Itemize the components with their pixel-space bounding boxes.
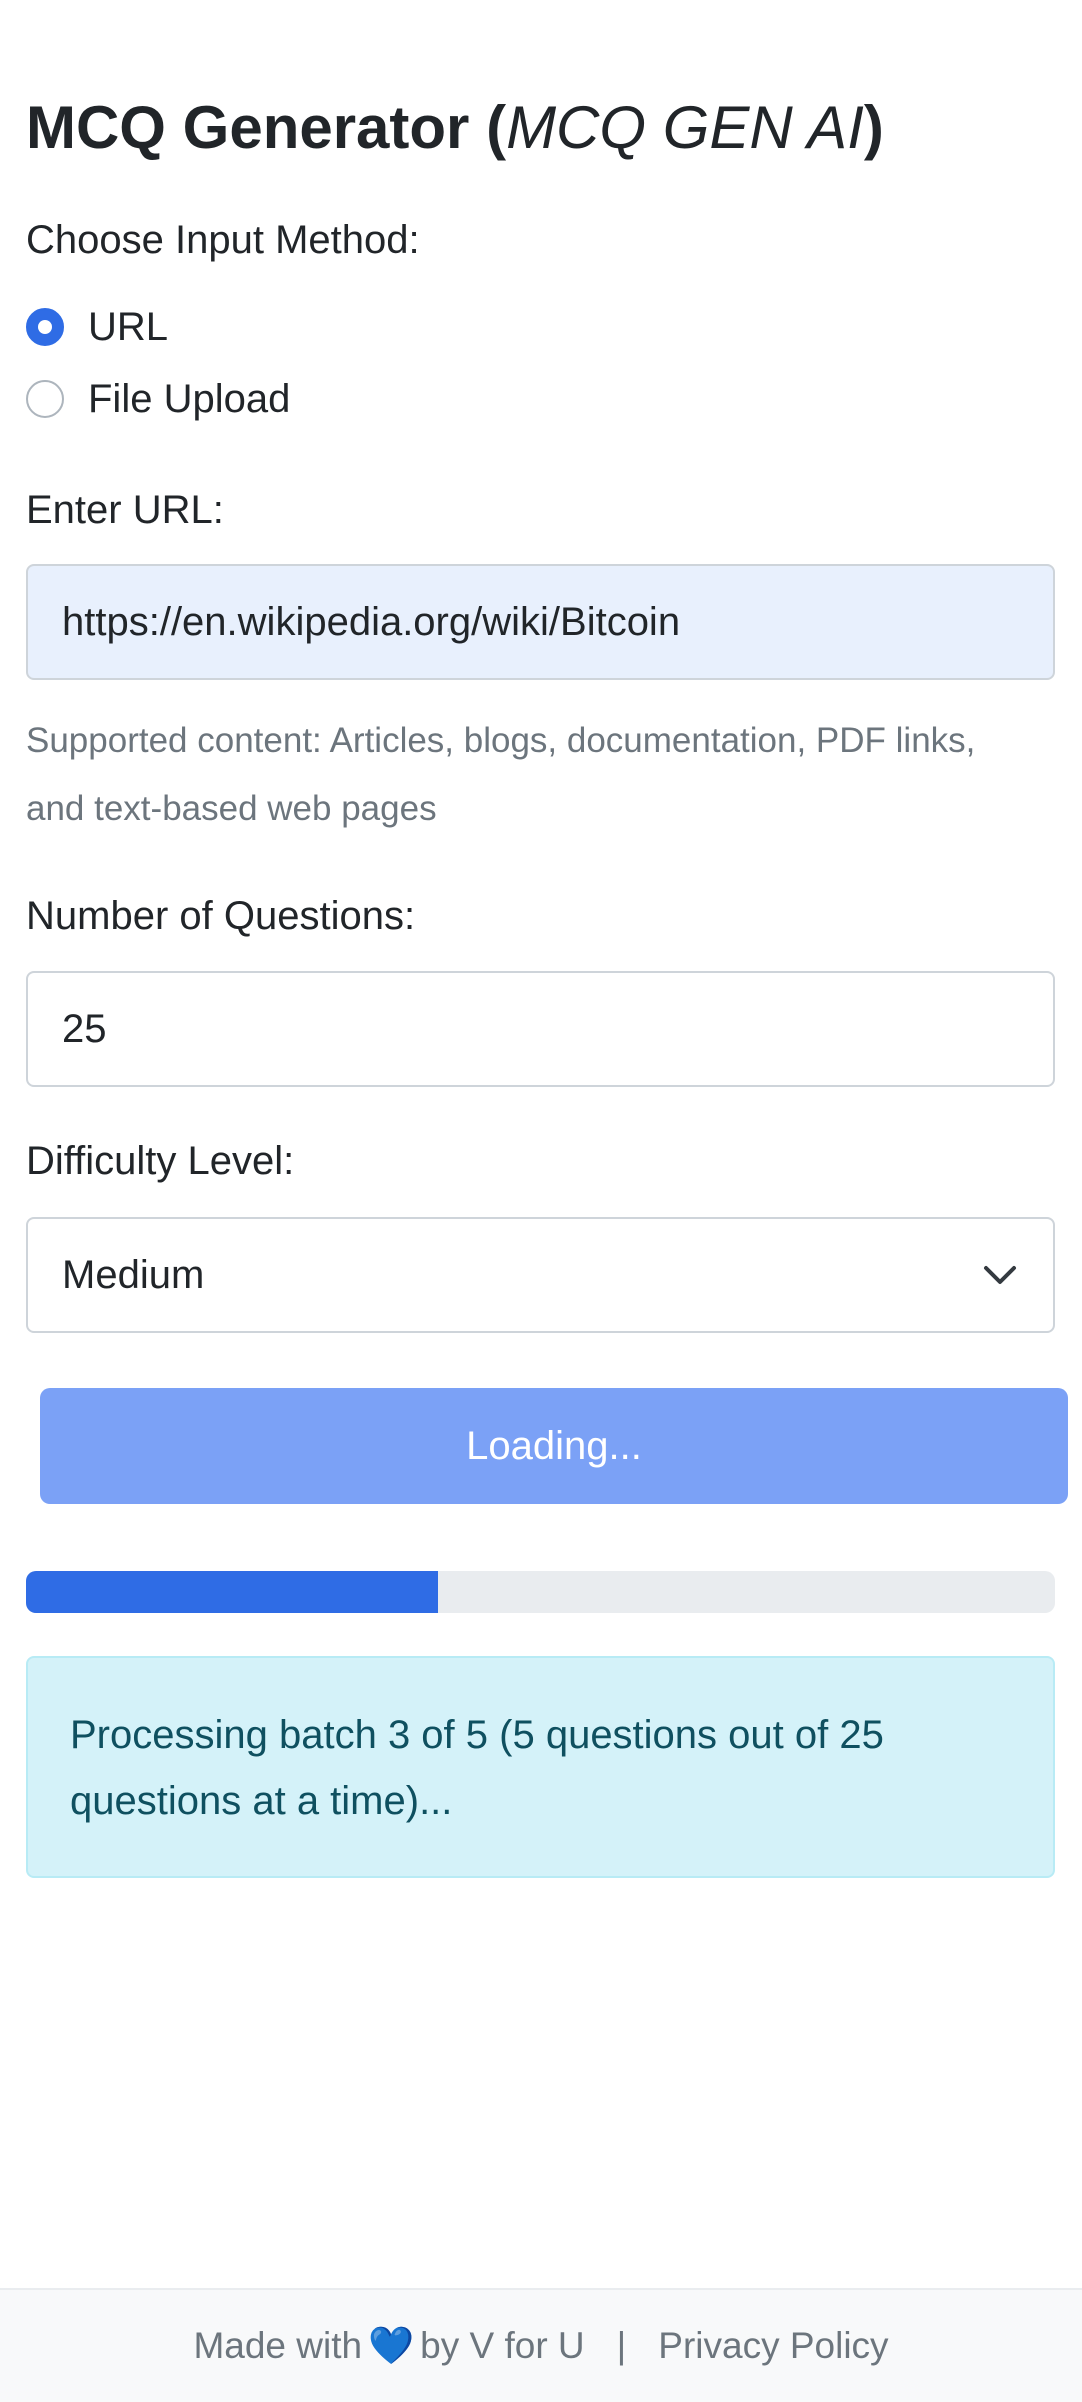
radio-file-upload-label[interactable]: File Upload xyxy=(88,377,290,422)
title-main: MCQ Generator ( xyxy=(26,94,507,161)
questions-input[interactable]: 25 xyxy=(26,971,1055,1087)
heart-icon: 💙 xyxy=(368,2324,415,2366)
radio-url-label[interactable]: URL xyxy=(88,305,168,350)
footer-by: by V for U xyxy=(420,2325,585,2366)
difficulty-selected-value: Medium xyxy=(62,1252,205,1297)
privacy-policy-link[interactable]: Privacy Policy xyxy=(658,2325,888,2367)
difficulty-label: Difficulty Level: xyxy=(26,1139,295,1183)
status-alert: Processing batch 3 of 5 (5 questions out… xyxy=(26,1656,1055,1878)
page-title: MCQ Generator (MCQ GEN AI) xyxy=(26,88,884,168)
page: MCQ Generator (MCQ GEN AI) Choose Input … xyxy=(0,0,1082,2402)
generate-button-label: Loading... xyxy=(466,1423,642,1468)
status-message: Processing batch 3 of 5 (5 questions out… xyxy=(70,1713,884,1823)
title-app-name: MCQ GEN AI xyxy=(506,94,864,161)
progress-bar-fill xyxy=(26,1571,438,1613)
questions-label: Number of Questions: xyxy=(26,894,416,938)
progress-bar xyxy=(26,1571,1055,1613)
radio-url[interactable]: URL xyxy=(26,302,168,352)
url-label: Enter URL: xyxy=(26,488,224,532)
url-help-text: Supported content: Articles, blogs, docu… xyxy=(26,721,976,828)
url-input[interactable]: https://en.wikipedia.org/wiki/Bitcoin xyxy=(26,564,1055,680)
footer-separator: | xyxy=(616,2325,627,2366)
url-input-value: https://en.wikipedia.org/wiki/Bitcoin xyxy=(62,599,681,644)
difficulty-select[interactable]: Medium xyxy=(26,1217,1055,1333)
footer: Made with 💙 by V for U | Privacy Policy xyxy=(0,2288,1082,2402)
chevron-down-icon xyxy=(984,1266,1016,1284)
radio-file-upload[interactable]: File Upload xyxy=(26,374,290,424)
radio-url-indicator[interactable] xyxy=(26,308,64,346)
generate-button-loading[interactable]: Loading... xyxy=(40,1388,1068,1504)
radio-file-upload-indicator[interactable] xyxy=(26,380,64,418)
title-close: ) xyxy=(863,94,884,161)
footer-made-with: Made with xyxy=(193,2325,363,2366)
questions-input-value: 25 xyxy=(62,1006,107,1051)
input-method-label: Choose Input Method: xyxy=(26,218,420,262)
